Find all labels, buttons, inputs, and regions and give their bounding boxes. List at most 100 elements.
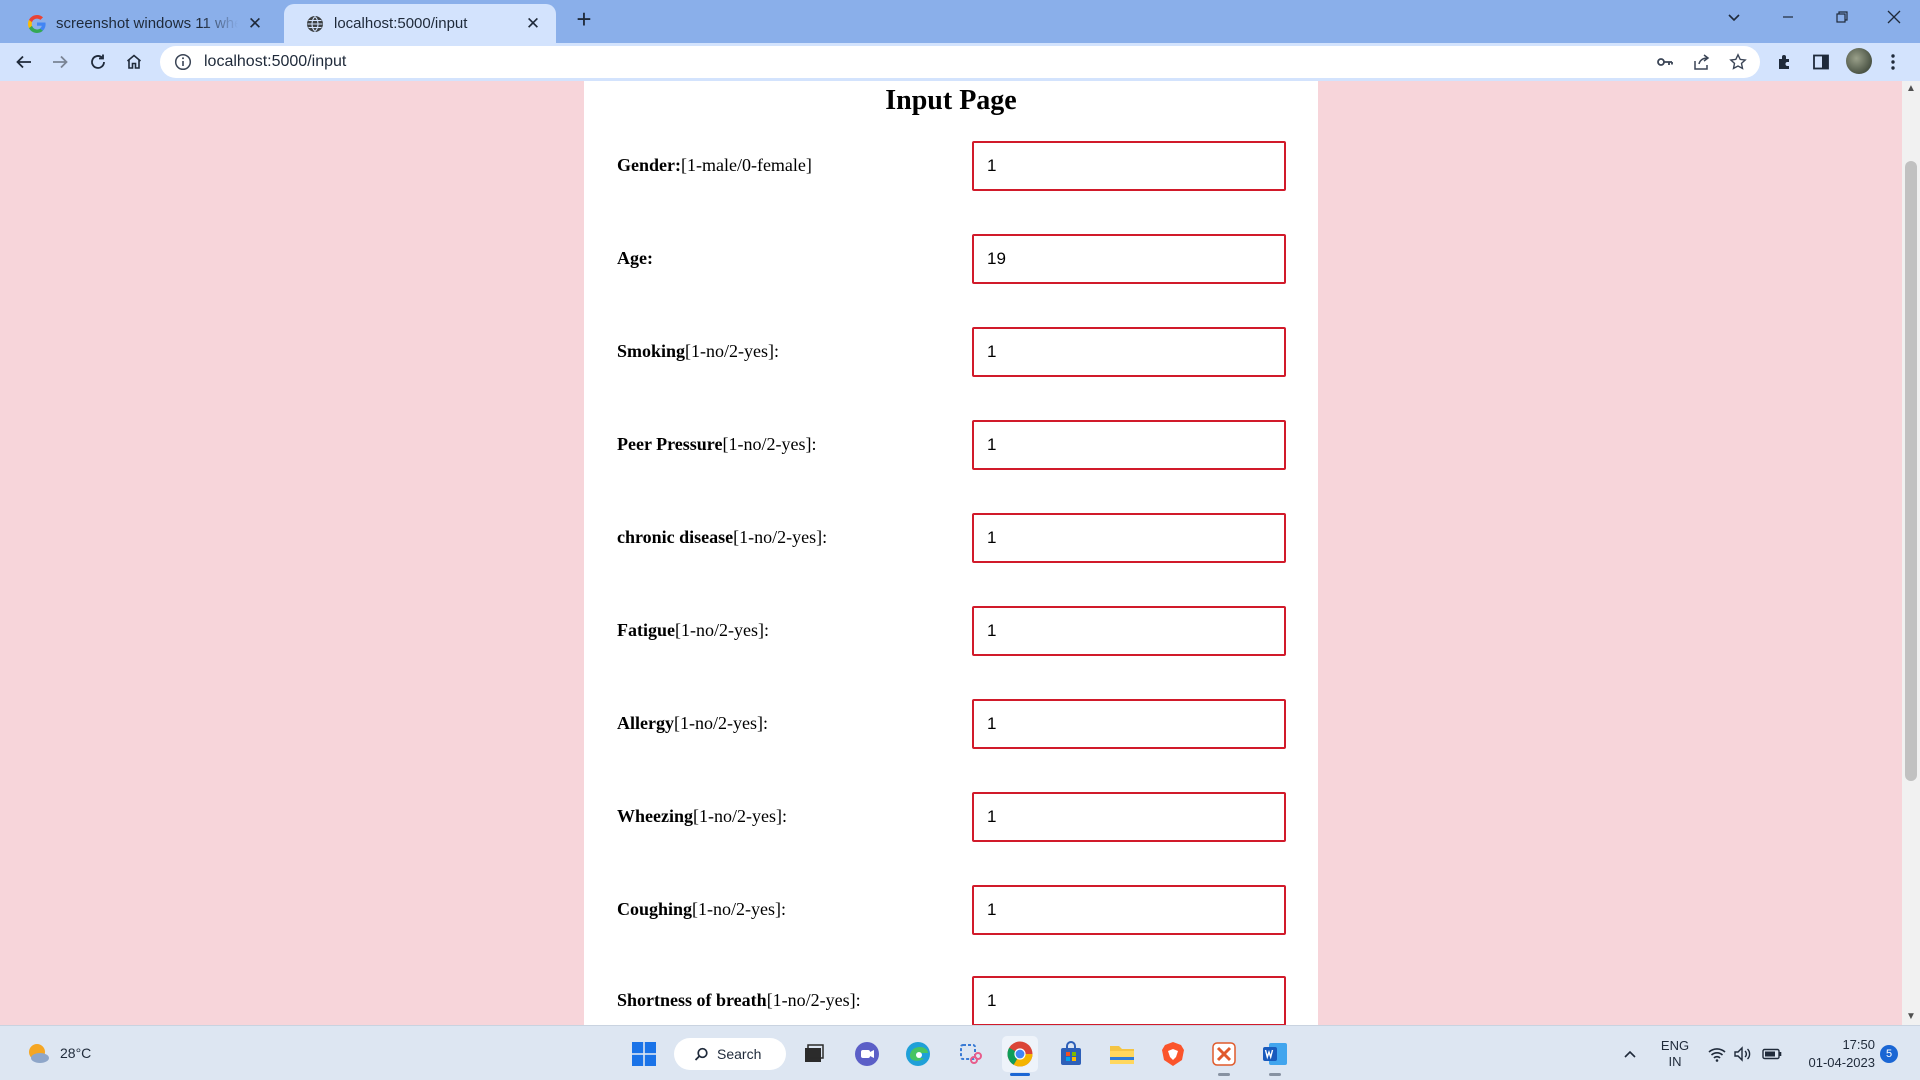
chrome-button[interactable] (1002, 1036, 1038, 1076)
google-icon (28, 14, 46, 33)
microsoft-store-button[interactable] (1053, 1036, 1089, 1072)
tab-title: localhost:5000/input (334, 15, 468, 32)
folder-icon (1110, 1046, 1134, 1064)
info-icon (174, 53, 192, 71)
fatigue-input[interactable] (972, 606, 1286, 656)
peer-pressure-label: Peer Pressure[1-no/2-yes]: (617, 434, 817, 454)
minimize-button[interactable] (1762, 0, 1814, 34)
tab-search-chevron-icon[interactable] (1708, 0, 1760, 34)
brave-browser-button[interactable] (1155, 1036, 1191, 1072)
new-tab-button[interactable]: + (570, 6, 598, 34)
extensions-icon[interactable] (1772, 49, 1798, 75)
form-row-coughing: Coughing[1-no/2-yes]: (617, 885, 1287, 935)
allergy-label: Allergy[1-no/2-yes]: (617, 713, 768, 733)
word-button[interactable] (1257, 1036, 1293, 1076)
notification-badge[interactable]: 5 (1880, 1045, 1898, 1063)
share-icon[interactable] (1690, 51, 1712, 73)
arrow-left-icon (16, 55, 31, 69)
taskbar-clock[interactable]: 17:50 01-04-2023 (1795, 1036, 1876, 1072)
store-icon (1061, 1041, 1081, 1065)
xampp-icon (1212, 1042, 1236, 1066)
home-button[interactable] (118, 46, 150, 78)
address-bar[interactable]: localhost:5000/input (160, 46, 1760, 78)
weather-widget[interactable]: 28°C (24, 1039, 91, 1067)
chrome-icon (1007, 1041, 1033, 1067)
chronic-disease-label: chronic disease[1-no/2-yes]: (617, 527, 828, 547)
form-row-age: Age: (617, 234, 1287, 284)
coughing-label: Coughing[1-no/2-yes]: (617, 899, 787, 919)
close-tab-icon[interactable]: ✕ (522, 13, 544, 35)
form-row-smoking: Smoking[1-no/2-yes]: (617, 327, 1287, 377)
wifi-icon[interactable] (1707, 1044, 1727, 1064)
scroll-down-arrow-icon[interactable]: ▼ (1902, 1009, 1920, 1025)
windows-logo-icon (632, 1042, 656, 1066)
profile-avatar[interactable] (1846, 48, 1872, 74)
smoking-input[interactable] (972, 327, 1286, 377)
reload-icon (91, 54, 105, 69)
file-explorer-button[interactable] (1104, 1036, 1140, 1072)
allergy-input[interactable] (972, 699, 1286, 749)
form-row-chronic-disease: chronic disease[1-no/2-yes]: (617, 513, 1287, 563)
search-label: Search (717, 1046, 762, 1062)
page-scrollbar[interactable]: ▲ ▼ (1902, 81, 1920, 1025)
show-hidden-icons-chevron-icon[interactable] (1623, 1046, 1637, 1062)
side-panel-icon[interactable] (1808, 49, 1834, 75)
clock-date: 01-04-2023 (1808, 1055, 1876, 1070)
windows-taskbar: 28°C Search ENG IN 17:50 01-04-2023 5 (0, 1025, 1920, 1080)
coughing-input[interactable] (972, 885, 1286, 935)
edge-browser-button[interactable] (900, 1036, 936, 1072)
shortness-of-breath-input[interactable] (972, 976, 1286, 1025)
form-row-gender: Gender:[1-male/0-female] (617, 141, 1287, 191)
peer-pressure-input[interactable] (972, 420, 1286, 470)
forward-button[interactable] (44, 46, 76, 78)
clock-time: 17:50 (1842, 1037, 1875, 1052)
task-view-button[interactable] (796, 1036, 832, 1072)
close-tab-icon[interactable]: ✕ (244, 13, 266, 35)
back-button[interactable] (8, 46, 40, 78)
arrow-right-icon (53, 55, 68, 69)
teams-chat-icon (855, 1042, 879, 1066)
gender-input[interactable] (972, 141, 1286, 191)
running-app-indicator (1218, 1073, 1230, 1076)
tab-strip: screenshot windows 11 where do ✕ localho… (0, 0, 1920, 43)
word-icon (1263, 1043, 1287, 1065)
taskbar-search[interactable]: Search (674, 1038, 786, 1070)
scroll-thumb[interactable] (1905, 161, 1917, 781)
weather-temperature: 28°C (60, 1045, 92, 1061)
menu-kebab-icon[interactable] (1880, 49, 1906, 75)
form-row-shortness-of-breath: Shortness of breath[1-no/2-yes]: (617, 976, 1287, 1025)
volume-icon[interactable] (1733, 1044, 1753, 1064)
star-bookmark-icon[interactable] (1727, 51, 1749, 73)
wheezing-input[interactable] (972, 792, 1286, 842)
start-button[interactable] (626, 1036, 662, 1072)
scroll-up-arrow-icon[interactable]: ▲ (1902, 81, 1920, 97)
search-icon (694, 1047, 708, 1061)
battery-icon[interactable] (1762, 1044, 1782, 1064)
gender-label: Gender:[1-male/0-female] (617, 155, 812, 175)
reload-button[interactable] (82, 46, 114, 78)
age-input[interactable] (972, 234, 1286, 284)
tab-localhost-input[interactable]: localhost:5000/input ✕ (284, 4, 556, 43)
key-icon[interactable] (1654, 51, 1676, 73)
snipping-tool-button[interactable] (952, 1036, 988, 1072)
running-app-indicator (1269, 1073, 1281, 1076)
page-title: Input Page (885, 85, 1017, 116)
close-window-button[interactable] (1868, 0, 1920, 34)
teams-chat-button[interactable] (849, 1036, 885, 1072)
task-view-icon (805, 1044, 824, 1062)
smoking-label: Smoking[1-no/2-yes]: (617, 341, 780, 361)
wheezing-label: Wheezing[1-no/2-yes]: (617, 806, 787, 826)
browser-toolbar: localhost:5000/input (0, 43, 1920, 81)
active-app-indicator (1010, 1073, 1030, 1076)
form-row-allergy: Allergy[1-no/2-yes]: (617, 699, 1287, 749)
chronic-disease-input[interactable] (972, 513, 1286, 563)
restore-button[interactable] (1816, 0, 1868, 34)
partly-sunny-icon (29, 1044, 49, 1063)
form-row-peer-pressure: Peer Pressure[1-no/2-yes]: (617, 420, 1287, 470)
tab-google-search[interactable]: screenshot windows 11 where do ✕ (6, 4, 278, 43)
age-label: Age: (617, 248, 653, 268)
form-row-fatigue: Fatigue[1-no/2-yes]: (617, 606, 1287, 656)
globe-icon (307, 15, 323, 32)
xampp-button[interactable] (1206, 1036, 1242, 1076)
language-indicator[interactable]: ENG IN (1658, 1038, 1692, 1070)
